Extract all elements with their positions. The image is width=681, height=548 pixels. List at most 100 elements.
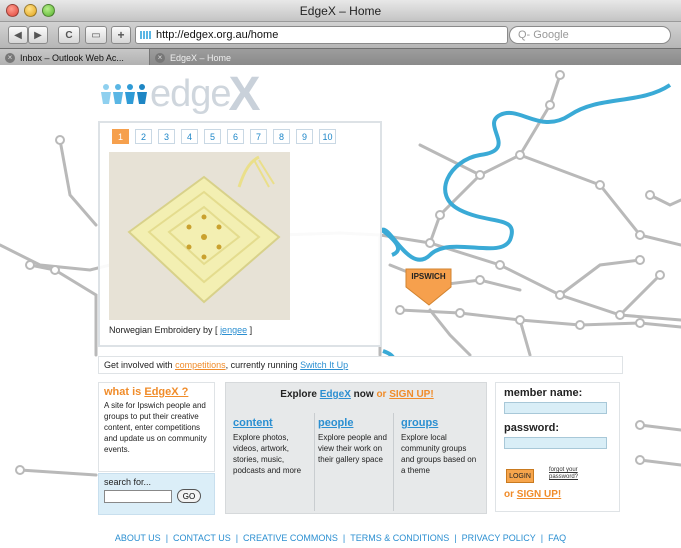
forgot-password-link[interactable]: forgot your password? <box>549 467 578 481</box>
footer-terms-link[interactable]: TERMS & CONDITIONS <box>350 533 449 543</box>
footer-creative-commons-link[interactable]: CREATIVE COMMONS <box>243 533 338 543</box>
footer-separator: | <box>342 533 346 543</box>
title-bar: EdgeX – Home <box>0 0 681 22</box>
search-go-button[interactable]: GO <box>177 489 201 503</box>
footer-separator: | <box>165 533 169 543</box>
page-button[interactable]: 10 <box>319 129 336 144</box>
explore-groups-column: groups Explore local community groups an… <box>401 417 481 476</box>
reload-button[interactable]: C <box>58 26 80 44</box>
column-divider <box>314 413 315 511</box>
member-name-label: member name: <box>504 387 583 399</box>
caption-prefix: Norwegian Embroidery by [ <box>109 325 218 335</box>
password-label: password: <box>504 422 560 434</box>
competitions-link[interactable]: competitions <box>175 360 226 370</box>
logo-text: edge <box>150 72 232 115</box>
forgot-line-1: forgot your <box>549 467 578 473</box>
back-button[interactable]: ◀ <box>8 26 28 44</box>
explore-panel: Explore EdgeX now or SIGN UP! content Ex… <box>225 382 487 514</box>
search-field[interactable]: Q- Google <box>509 26 671 44</box>
what-prefix: what is <box>104 386 142 398</box>
site-favicon-icon <box>140 31 152 39</box>
page-button[interactable]: 2 <box>135 129 152 144</box>
explore-people-column: people Explore people and view their wor… <box>318 417 398 465</box>
explore-groups-link[interactable]: groups <box>401 417 481 429</box>
address-url: http://edgex.org.au/home <box>156 29 279 41</box>
current-competition-link[interactable]: Switch It Up <box>300 360 348 370</box>
explore-signup-link[interactable]: SIGN UP! <box>389 389 433 400</box>
page-button[interactable]: 3 <box>158 129 175 144</box>
forward-button[interactable]: ▶ <box>28 26 48 44</box>
tab-inbox[interactable]: × Inbox – Outlook Web Ac... <box>0 49 150 66</box>
what-heading: what is EdgeX ? <box>104 386 209 398</box>
footer-links: ABOUT US | CONTACT US | CREATIVE COMMONS | TER… <box>0 533 681 543</box>
marker-label: IPSWICH <box>411 272 446 281</box>
what-edgex-link[interactable]: EdgeX ? <box>144 386 188 398</box>
explore-people-link[interactable]: people <box>318 417 398 429</box>
reload-icon: C <box>65 29 73 41</box>
back-arrow-icon: ◀ <box>14 29 22 41</box>
tab-label: Inbox – Outlook Web Ac... <box>20 52 124 63</box>
logo-x: X <box>228 67 261 121</box>
caption-suffix: ] <box>249 325 253 335</box>
page-button[interactable]: 5 <box>204 129 221 144</box>
address-bar[interactable]: http://edgex.org.au/home <box>135 26 508 44</box>
footer-about-link[interactable]: ABOUT US <box>115 533 161 543</box>
page-button[interactable]: 9 <box>296 129 313 144</box>
plus-icon: + <box>117 28 125 42</box>
photo-caption: Norwegian Embroidery by [ jengee ] <box>109 325 252 335</box>
explore-content-text: Explore photos, videos, artwork, stories… <box>233 433 302 475</box>
footer-separator: | <box>235 533 239 543</box>
what-is-edgex: what is EdgeX ? A site for Ipswich peopl… <box>98 382 215 472</box>
gallery-pager: 1 2 3 4 5 6 7 8 9 10 <box>112 129 336 144</box>
page-button[interactable]: 8 <box>273 129 290 144</box>
caption-user-link[interactable]: jengee <box>220 325 247 335</box>
login-button[interactable]: LOGIN <box>506 469 534 483</box>
footer-faq-link[interactable]: FAQ <box>548 533 566 543</box>
bookmark-window-icon: ▭ <box>91 29 101 41</box>
tab-close-icon[interactable]: × <box>155 52 165 63</box>
ipswich-marker[interactable]: IPSWICH <box>405 268 452 306</box>
edgex-logo[interactable]: edge X <box>100 68 261 121</box>
explore-groups-text: Explore local community groups and group… <box>401 433 477 475</box>
embroidery-cushion-image <box>109 152 290 320</box>
search-placeholder: Q- Google <box>518 29 569 41</box>
login-panel: member name: password: LOGIN forgot your… <box>495 382 620 512</box>
login-or: or <box>504 489 514 500</box>
login-signup: or SIGN UP! <box>504 489 561 500</box>
login-signup-link[interactable]: SIGN UP! <box>517 489 561 500</box>
explore-heading: Explore EdgeX now or SIGN UP! <box>226 389 488 400</box>
browser-window: EdgeX – Home ◀ ▶ C ▭ + http://edgex.org.… <box>0 0 681 548</box>
people-logo-icon <box>101 84 147 104</box>
forward-arrow-icon: ▶ <box>34 29 42 41</box>
add-bookmark-button[interactable]: + <box>111 26 131 44</box>
page-content: IPSWICH edge X 1 2 3 4 5 6 7 8 9 10 Norw… <box>0 65 681 548</box>
bookmark-window-button[interactable]: ▭ <box>85 26 107 44</box>
search-input[interactable] <box>104 490 172 503</box>
explore-people-text: Explore people and view their work on th… <box>318 433 387 464</box>
window-title: EdgeX – Home <box>299 4 382 18</box>
tab-edgex-home[interactable]: × EdgeX – Home <box>150 49 290 66</box>
password-input[interactable] <box>504 437 607 449</box>
footer-privacy-link[interactable]: PRIVACY POLICY <box>462 533 536 543</box>
what-description: A site for Ipswich people and groups to … <box>104 401 207 454</box>
explore-or: or <box>376 389 387 400</box>
strip-prefix: Get involved with <box>104 360 173 370</box>
featured-photo[interactable] <box>109 152 290 320</box>
explore-edgex-link[interactable]: EdgeX <box>320 389 351 400</box>
tab-close-icon[interactable]: × <box>5 52 15 63</box>
page-button[interactable]: 4 <box>181 129 198 144</box>
explore-content-link[interactable]: content <box>233 417 313 429</box>
member-name-input[interactable] <box>504 402 607 414</box>
page-button[interactable]: 1 <box>112 129 129 144</box>
footer-separator: | <box>540 533 544 543</box>
competition-strip: Get involved with competitions, currentl… <box>98 356 623 374</box>
explore-content-column: content Explore photos, videos, artwork,… <box>233 417 313 476</box>
search-label: search for... <box>104 477 152 487</box>
page-button[interactable]: 6 <box>227 129 244 144</box>
column-divider <box>393 413 394 511</box>
page-button[interactable]: 7 <box>250 129 267 144</box>
footer-separator: | <box>454 533 457 543</box>
site-search: search for... GO <box>98 473 215 515</box>
footer-contact-link[interactable]: CONTACT US <box>173 533 231 543</box>
featured-gallery: 1 2 3 4 5 6 7 8 9 10 Norwegian Embroider… <box>98 121 382 347</box>
